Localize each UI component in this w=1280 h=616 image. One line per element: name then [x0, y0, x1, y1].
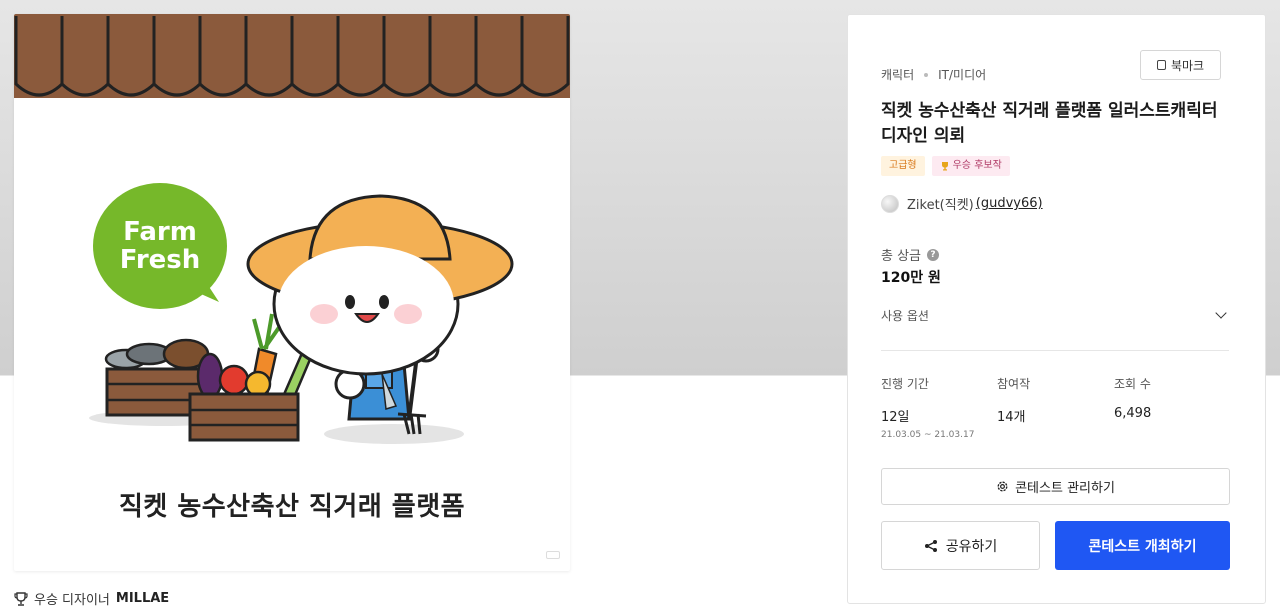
manage-contest-label: 콘테스트 관리하기	[1015, 481, 1115, 496]
stat-value: 12일	[881, 410, 910, 425]
bookmark-button[interactable]: 북마크	[1140, 50, 1221, 80]
watermark-icon	[546, 551, 560, 559]
total-prize-label: 총 상금 ?	[881, 245, 940, 264]
contest-info-card: 북마크 캐릭터 IT/미디어 직켓 농수산축산 직거래 플랫폼 일러스트캐릭터 …	[847, 14, 1266, 604]
usage-options-toggle[interactable]: 사용 옵션	[881, 305, 1229, 325]
category-link[interactable]: 캐릭터	[881, 66, 914, 83]
contest-hero-image: Farm Fresh 직켓 농수산축산 직거래 플랫폼	[14, 14, 570, 571]
total-prize-value: 120만 원	[881, 270, 941, 286]
stat-entries: 참여작 14개	[997, 375, 1030, 425]
chevron-down-icon	[1215, 307, 1227, 319]
divider	[881, 350, 1229, 351]
bubble-line2: Fresh	[120, 245, 201, 275]
host-contest-button[interactable]: 콘테스트 개최하기	[1055, 521, 1230, 570]
stat-views: 조회 수 6,498	[1114, 375, 1151, 421]
help-icon[interactable]: ?	[927, 248, 940, 261]
winner-name: MILLAE	[115, 591, 170, 606]
bubble-line1: Farm	[123, 217, 197, 247]
gear-icon	[997, 481, 1008, 492]
candidate-badge: 우승 후보작	[931, 156, 1010, 176]
bookmark-label: 북마크	[1170, 58, 1205, 73]
winner-prefix: 우승 디자이너	[34, 593, 110, 608]
prize-label-text: 총 상금	[881, 249, 922, 264]
share-icon	[924, 539, 937, 552]
winner-designer: 우승 디자이너 MILLAE	[14, 589, 169, 608]
bookmark-icon	[1156, 60, 1166, 70]
stat-label: 진행 기간	[881, 377, 929, 391]
trophy-icon	[941, 162, 948, 171]
host-author: Ziket(직켓) (gudvy66)	[881, 194, 1043, 213]
stat-label: 조회 수	[1114, 377, 1151, 391]
usage-options-label: 사용 옵션	[881, 308, 929, 323]
author-id-link[interactable]: (gudvy66)	[976, 196, 1043, 211]
share-label: 공유하기	[945, 538, 998, 555]
stat-label: 참여작	[997, 377, 1031, 391]
badge-row: 고급형 우승 후보작	[881, 156, 1010, 176]
stat-value: 14개	[997, 410, 1026, 425]
farm-fresh-bubble: Farm Fresh	[93, 183, 227, 309]
subcategory-link[interactable]: IT/미디어	[938, 66, 986, 83]
hero-caption: 직켓 농수산축산 직거래 플랫폼	[118, 492, 466, 522]
stat-value: 6,498	[1114, 406, 1152, 421]
avatar	[881, 194, 899, 213]
stat-period: 진행 기간 12일 21.03.05 ~ 21.03.17	[881, 375, 974, 440]
category-breadcrumb: 캐릭터 IT/미디어	[881, 66, 986, 83]
stat-period-range: 21.03.05 ~ 21.03.17	[881, 430, 975, 440]
share-button[interactable]: 공유하기	[881, 521, 1040, 570]
contest-title: 직켓 농수산축산 직거래 플랫폼 일러스트캐릭터 디자인 의뢰	[881, 101, 1218, 146]
candidate-label: 우승 후보작	[952, 160, 1002, 171]
breadcrumb-dot-icon	[924, 72, 929, 77]
awning	[14, 14, 570, 98]
manage-contest-button[interactable]: 콘테스트 관리하기	[881, 468, 1230, 505]
author-name: Ziket(직켓)	[907, 198, 974, 213]
grade-badge: 고급형	[881, 156, 925, 176]
trophy-icon	[14, 591, 28, 606]
